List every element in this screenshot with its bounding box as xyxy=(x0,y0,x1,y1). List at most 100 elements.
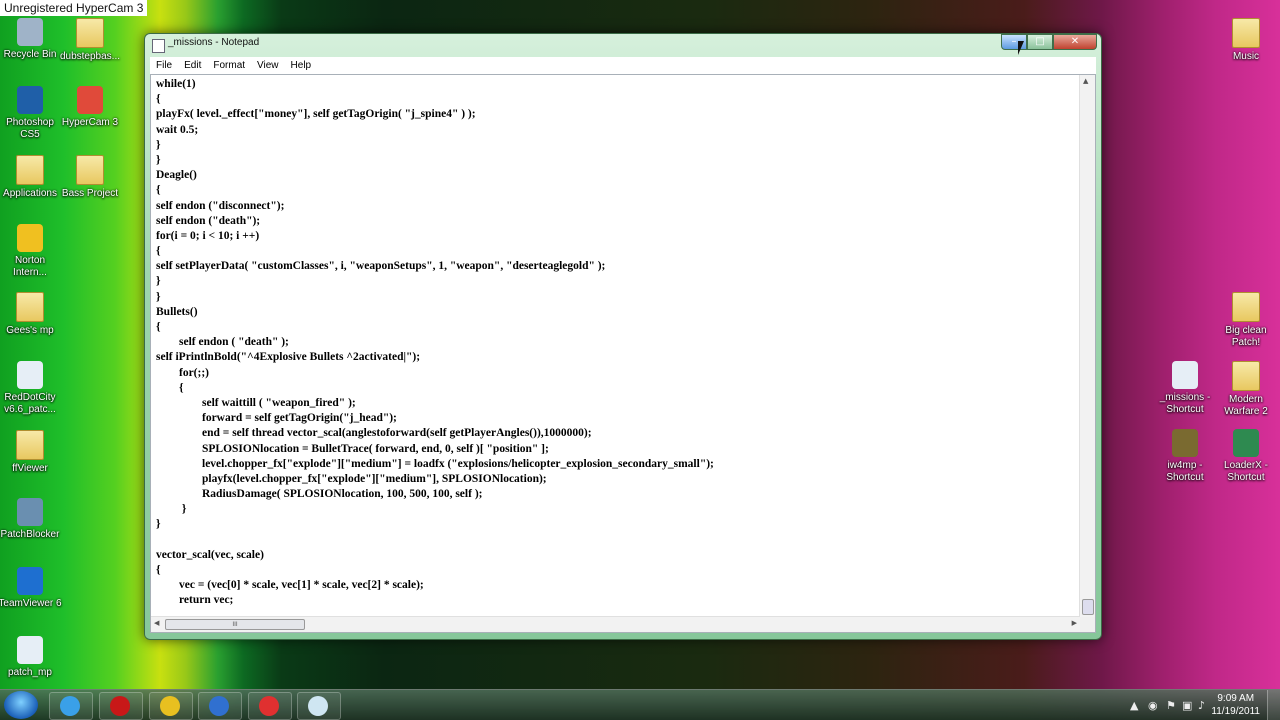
desktop-icon-left-4[interactable]: Applications xyxy=(0,155,63,200)
desktop-icon-left-1[interactable]: dubstepbas... xyxy=(57,18,123,63)
desktop-icon-label: Applications xyxy=(3,188,57,199)
code-line: forward = self getTagOrigin("j_head"); xyxy=(156,412,397,425)
taskbar-red-app-button[interactable] xyxy=(99,692,143,720)
title-bar[interactable]: _missions - Notepad – □ ✕ xyxy=(145,34,1101,56)
clock-date: 11/19/2011 xyxy=(1211,706,1260,717)
code-line: } xyxy=(156,138,161,151)
desktop-icon-left-11[interactable]: TeamViewer 6 xyxy=(0,567,63,610)
code-line: } xyxy=(156,275,161,288)
menu-edit[interactable]: Edit xyxy=(178,57,207,74)
vertical-scroll-thumb[interactable] xyxy=(1082,599,1094,615)
desktop-icon-label: _missions - Shortcut xyxy=(1159,392,1211,415)
norton-icon xyxy=(17,224,43,252)
menu-file[interactable]: File xyxy=(150,57,178,74)
horizontal-scroll-thumb[interactable]: III xyxy=(165,619,305,630)
desktop-icon-right-3[interactable]: Modern Warfare 2 xyxy=(1213,361,1279,418)
taskbar-itunes-button[interactable] xyxy=(198,692,242,720)
game-shortcut-icon xyxy=(1172,429,1198,457)
desktop-icon-label: patch_mp xyxy=(8,667,52,678)
desktop-icon-left-2[interactable]: Photoshop CS5 xyxy=(0,86,63,141)
file-icon xyxy=(17,361,43,389)
code-text[interactable]: while(1) {playFx( level._effect["money"],… xyxy=(156,77,1079,609)
tray-arrow-icon[interactable]: ▲ xyxy=(1130,699,1138,712)
code-line: self iPrintlnBold("^4Explosive Bullets ^… xyxy=(156,351,421,364)
maximize-button[interactable]: □ xyxy=(1027,34,1053,50)
start-button[interactable] xyxy=(4,691,38,719)
scroll-up-icon[interactable]: ▲ xyxy=(1083,77,1088,85)
scroll-corner xyxy=(1080,617,1095,632)
network-icon[interactable]: ▣ xyxy=(1182,699,1192,712)
mouse-cursor-icon xyxy=(1018,41,1024,55)
volume-icon[interactable]: ♪ xyxy=(1198,699,1205,712)
desktop-icon-left-7[interactable]: Gees's mp xyxy=(0,292,63,337)
folder-icon xyxy=(16,155,44,185)
desktop-icon-label: RedDotCity v6.6_patc... xyxy=(4,392,56,415)
app-shortcut-icon xyxy=(1233,429,1259,457)
ie-icon xyxy=(60,696,80,716)
taskbar: ▲ ◉ ⚑ ▣ ♪ 9:09 AM 11/19/2011 xyxy=(0,689,1280,720)
code-line: while(1) xyxy=(156,78,196,90)
desktop-icon-left-5[interactable]: Bass Project xyxy=(57,155,123,200)
horizontal-scrollbar[interactable]: ◀ III ▶ xyxy=(151,616,1080,632)
desktop-icon-label: Photoshop CS5 xyxy=(6,117,54,140)
menu-help[interactable]: Help xyxy=(285,57,318,74)
folder-icon xyxy=(76,155,104,185)
desktop-icon-label: dubstepbas... xyxy=(59,51,121,62)
text-editor[interactable]: while(1) {playFx( level._effect["money"],… xyxy=(150,74,1096,633)
desktop-icon-right-2[interactable]: _missions - Shortcut xyxy=(1152,361,1218,416)
taskbar-internet-explorer-button[interactable] xyxy=(49,692,93,720)
desktop-icon-left-8[interactable]: RedDotCity v6.6_patc... xyxy=(0,361,63,416)
code-line: playfx(level.chopper_fx["explode"]["medi… xyxy=(156,472,547,485)
scroll-left-icon[interactable]: ◀ xyxy=(154,619,159,627)
code-line: for(i = 0; i < 10; i ++) xyxy=(156,229,260,242)
notepad-icon[interactable] xyxy=(152,39,165,53)
menu-view[interactable]: View xyxy=(251,57,285,74)
scroll-right-icon[interactable]: ▶ xyxy=(1072,619,1077,627)
norton-tray-icon[interactable]: ◉ xyxy=(1148,699,1158,712)
recycle-bin-icon xyxy=(17,18,43,46)
itunes-icon xyxy=(209,696,229,716)
show-desktop-button[interactable] xyxy=(1267,690,1280,720)
desktop-icon-left-6[interactable]: Norton Intern... xyxy=(0,224,63,279)
code-line: } xyxy=(156,290,161,303)
desktop-icon-label: PatchBlocker xyxy=(0,529,60,540)
code-line: Bullets() xyxy=(156,305,198,318)
desktop-icon-label: Modern Warfare 2 xyxy=(1224,394,1268,417)
desktop-icon-label: Big clean Patch! xyxy=(1225,325,1267,348)
hypercam-watermark: Unregistered HyperCam 3 xyxy=(0,0,148,16)
red-app-icon xyxy=(110,696,130,716)
code-line: } xyxy=(156,153,161,166)
code-line: { xyxy=(156,184,161,197)
vertical-scrollbar[interactable]: ▲ xyxy=(1079,75,1095,617)
clock[interactable]: 9:09 AM 11/19/2011 xyxy=(1211,692,1260,718)
clock-time: 9:09 AM xyxy=(1217,693,1255,704)
code-line: { xyxy=(156,321,161,333)
taskbar-hypercam-button[interactable] xyxy=(248,692,292,720)
desktop-icon-left-9[interactable]: ffViewer xyxy=(0,430,63,475)
notepad-icon xyxy=(308,696,328,716)
desktop-icon-right-1[interactable]: Big clean Patch! xyxy=(1213,292,1279,349)
taskbar-notepad-button[interactable] xyxy=(297,692,341,720)
code-line: self endon ("death"); xyxy=(156,214,261,227)
close-button[interactable]: ✕ xyxy=(1053,34,1097,50)
file-shortcut-icon xyxy=(1172,361,1198,389)
desktop-icon-label: iw4mp - Shortcut xyxy=(1166,460,1204,483)
code-line: RadiusDamage( SPLOSIONlocation, 100, 500… xyxy=(156,488,483,501)
folder-icon xyxy=(16,430,44,460)
folder-icon xyxy=(76,18,104,48)
code-line: { xyxy=(156,93,161,106)
desktop-icon-left-12[interactable]: patch_mp xyxy=(0,636,63,679)
desktop-icon-label: Recycle Bin xyxy=(3,49,57,60)
desktop-icon-left-10[interactable]: PatchBlocker xyxy=(0,498,63,541)
desktop-icon-right-4[interactable]: iw4mp - Shortcut xyxy=(1152,429,1218,484)
desktop-icon-left-0[interactable]: Recycle Bin xyxy=(0,18,63,61)
desktop-icon-right-0[interactable]: Music xyxy=(1213,18,1279,63)
flag-icon[interactable]: ⚑ xyxy=(1166,699,1176,712)
desktop-icon-label: Music xyxy=(1232,51,1260,62)
desktop-icon-right-5[interactable]: LoaderX - Shortcut xyxy=(1213,429,1279,484)
desktop-icon-left-3[interactable]: HyperCam 3 xyxy=(57,86,123,129)
menu-format[interactable]: Format xyxy=(207,57,251,74)
code-line: Deagle() xyxy=(156,169,197,182)
taskbar-chrome-button[interactable] xyxy=(149,692,193,720)
system-tray: ▲ ◉ ⚑ ▣ ♪ 9:09 AM 11/19/2011 xyxy=(1130,690,1280,720)
